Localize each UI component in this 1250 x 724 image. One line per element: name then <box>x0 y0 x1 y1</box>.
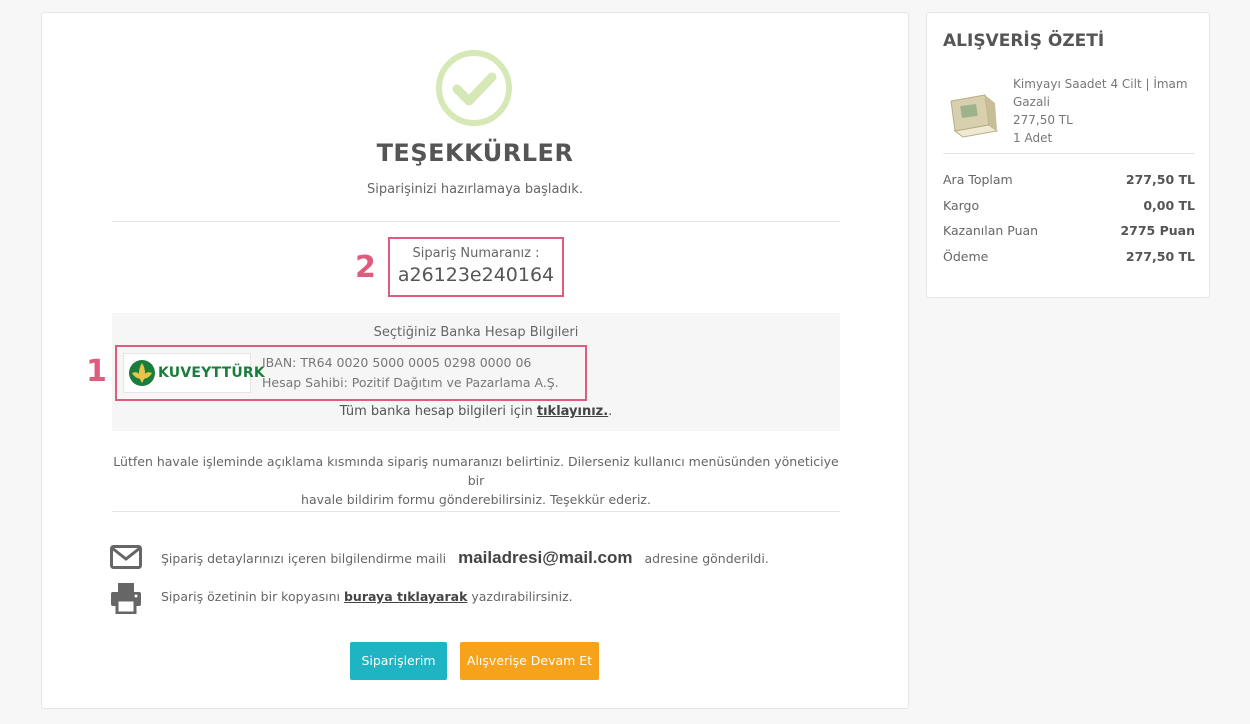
email-info-prefix: Şipariş detaylarınızı içeren bilgilendir… <box>161 551 447 566</box>
bank-iban: IBAN: TR64 0020 5000 0005 0298 0000 06 <box>262 355 532 370</box>
summary-value: 2775 Puan <box>1120 223 1195 238</box>
summary-value: 0,00 TL <box>1143 198 1195 213</box>
my-orders-button[interactable]: Siparişlerim <box>350 642 447 680</box>
order-number: a26123e240164 <box>397 264 555 286</box>
bank-holder: Hesap Sahibi: Pozitif Dağıtım ve Pazarla… <box>262 375 559 390</box>
product-info: Kimyayı Saadet 4 Cilt | İmam Gazali 277,… <box>1013 75 1193 147</box>
page-subtitle: Siparişinizi hazırlamaya başladık. <box>367 182 583 197</box>
product-price: 277,50 TL <box>1013 113 1073 127</box>
transfer-note-line1: Lütfen havale işleminde açıklama kısmınd… <box>113 454 839 488</box>
transfer-note-line2: havale bildirim formu gönderebilirsiniz.… <box>301 492 651 507</box>
summary-value: 277,50 TL <box>1125 172 1195 187</box>
all-banks-suffix: . <box>608 404 613 419</box>
summary-label: Ödeme <box>943 249 989 264</box>
envelope-icon <box>110 545 142 569</box>
summary-row-subtotal: Ara Toplam 277,50 TL <box>943 172 1195 187</box>
order-summary-panel: ALIŞVERİŞ ÖZETİ Kimyayı Saadet 4 Cilt | … <box>926 12 1210 298</box>
printer-icon <box>111 583 141 614</box>
email-address: mailadresi@mail.com <box>458 548 633 567</box>
all-banks-link[interactable]: tıklayınız. <box>537 404 608 419</box>
all-banks-prefix: Tüm banka hesap bilgileri için <box>339 404 533 419</box>
all-banks-text: Tüm banka hesap bilgileri için tıklayını… <box>112 404 840 419</box>
product-name[interactable]: Kimyayı Saadet 4 Cilt | İmam Gazali <box>1013 75 1193 111</box>
bank-heading: Seçtiğiniz Banka Hesap Bilgileri <box>373 325 579 340</box>
email-info-suffix: adresine gönderildi. <box>644 551 769 566</box>
summary-row-payment: Ödeme 277,50 TL <box>943 249 1195 264</box>
divider <box>112 221 840 222</box>
bank-logo-text: KUVEYTTÜRK <box>158 365 265 381</box>
annotation-marker-2: 2 <box>355 250 376 285</box>
summary-label: Kargo <box>943 198 980 213</box>
print-info-suffix: yazdırabilirsiniz. <box>471 589 573 604</box>
order-number-box: Sipariş Numaranız : a26123e240164 <box>388 237 564 297</box>
annotation-marker-1: 1 <box>86 354 107 389</box>
bank-account-info: IBAN: TR64 0020 5000 0005 0298 0000 06 H… <box>262 353 559 393</box>
summary-value: 277,50 TL <box>1125 249 1195 264</box>
transfer-note: Lütfen havale işleminde açıklama kısmınd… <box>112 452 840 509</box>
summary-title: ALIŞVERİŞ ÖZETİ <box>943 31 1105 51</box>
summary-divider <box>943 153 1195 154</box>
page-title: TEŞEKKÜRLER <box>376 139 574 167</box>
bank-logo: KUVEYTTÜRK <box>123 353 265 393</box>
success-check-icon <box>436 50 512 126</box>
summary-row-shipping: Kargo 0,00 TL <box>943 198 1195 213</box>
print-link[interactable]: buraya tıklayarak <box>344 589 467 604</box>
order-number-label: Sipariş Numaranız : <box>412 246 540 261</box>
product-image <box>950 94 999 138</box>
summary-label: Ara Toplam <box>943 172 1013 187</box>
summary-row-points: Kazanılan Puan 2775 Puan <box>943 223 1195 238</box>
summary-label: Kazanılan Puan <box>943 223 1039 238</box>
continue-shopping-button[interactable]: Alışverişe Devam Et <box>460 642 599 680</box>
selected-bank-box: KUVEYTTÜRK IBAN: TR64 0020 5000 0005 029… <box>115 345 587 401</box>
print-info-prefix: Sipariş özetinin bir kopyasını <box>161 589 340 604</box>
divider <box>112 511 840 512</box>
bank-logo-emblem-icon <box>129 360 155 386</box>
product-qty: 1 Adet <box>1013 131 1053 145</box>
